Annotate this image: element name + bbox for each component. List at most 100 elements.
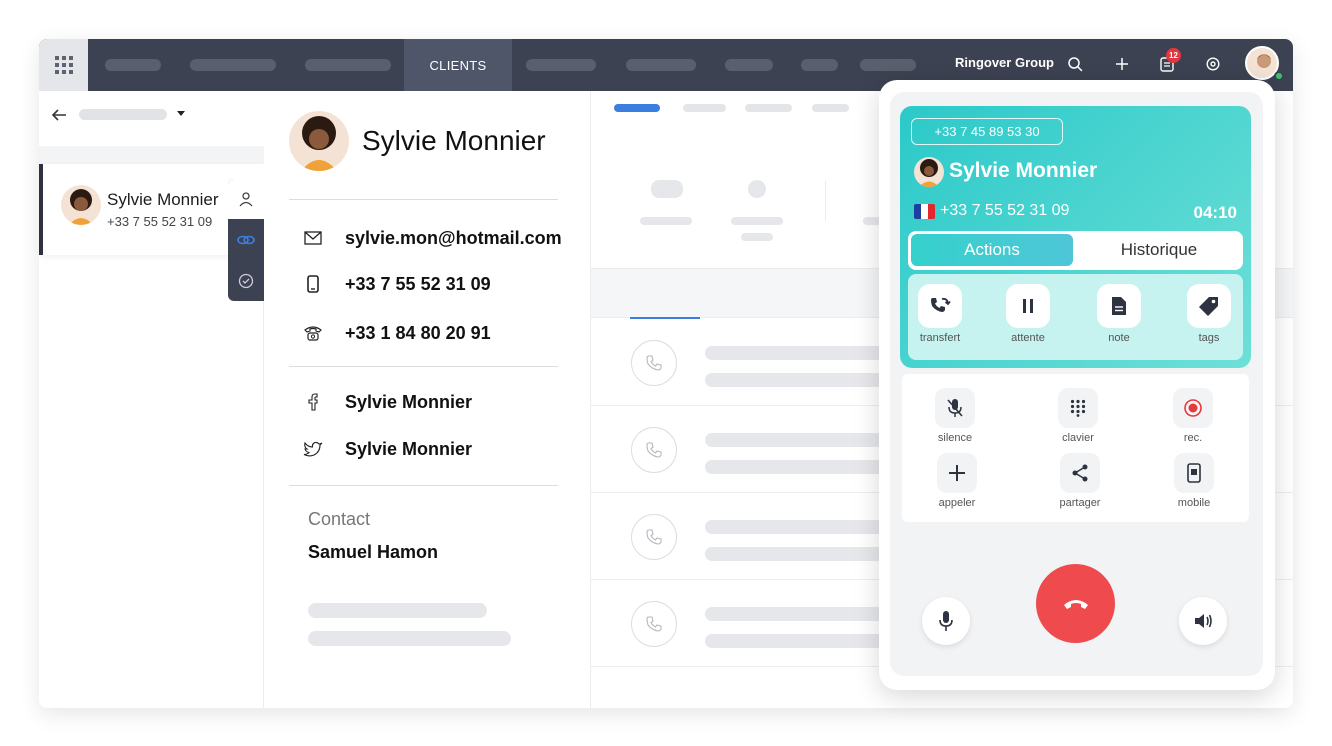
grid-icon xyxy=(54,56,73,74)
plus-icon xyxy=(1116,58,1128,70)
contact-mobile[interactable]: +33 7 55 52 31 09 xyxy=(345,274,491,295)
facebook-row[interactable]: Sylvie Monnier xyxy=(302,389,472,415)
activity-tab[interactable] xyxy=(745,104,792,112)
caller-avatar-image xyxy=(919,159,939,187)
mobile-button[interactable] xyxy=(1174,453,1214,493)
landline-row[interactable]: +33 1 84 80 20 91 xyxy=(302,320,491,346)
link-tool[interactable] xyxy=(228,220,264,260)
loading-placeholder xyxy=(705,547,885,561)
loading-placeholder xyxy=(705,346,885,360)
add-call-button[interactable] xyxy=(937,453,977,493)
mute-label: silence xyxy=(937,432,973,444)
contact-owner-label: Contact xyxy=(308,509,371,529)
settings-button[interactable] xyxy=(1202,53,1224,75)
loading-placeholder xyxy=(705,460,885,474)
contact-quick-tools xyxy=(228,179,264,301)
profile-tool[interactable] xyxy=(228,179,264,219)
contact-avatar xyxy=(61,185,101,225)
link-icon xyxy=(237,235,255,245)
caller-phone-number: +33 7 55 52 31 09 xyxy=(940,202,1070,219)
call-log-icon-button[interactable] xyxy=(631,601,677,647)
nav-item-placeholder[interactable] xyxy=(105,59,161,71)
divider xyxy=(289,366,558,367)
nav-item-placeholder[interactable] xyxy=(190,59,276,71)
contact-twitter[interactable]: Sylvie Monnier xyxy=(345,439,472,460)
twitter-row[interactable]: Sylvie Monnier xyxy=(302,436,472,462)
add-call-control[interactable]: appeler xyxy=(917,453,997,509)
keypad-icon xyxy=(1070,399,1086,417)
contact-landline[interactable]: +33 1 84 80 20 91 xyxy=(345,323,491,344)
mobile-label: mobile xyxy=(1177,497,1211,509)
share-control[interactable]: partager xyxy=(1040,453,1120,509)
mobile-control[interactable]: mobile xyxy=(1154,453,1234,509)
tags-action[interactable]: tags xyxy=(1179,284,1239,344)
nav-item-placeholder[interactable] xyxy=(801,59,838,71)
note-label: note xyxy=(1108,332,1130,344)
tags-button[interactable] xyxy=(1187,284,1231,328)
phone-outline-icon xyxy=(646,442,662,458)
record-control[interactable]: rec. xyxy=(1153,388,1233,444)
speaker-button[interactable] xyxy=(1179,597,1227,645)
share-button[interactable] xyxy=(1060,453,1100,493)
record-button[interactable] xyxy=(1173,388,1213,428)
loading-placeholder xyxy=(705,634,885,648)
loading-placeholder xyxy=(705,520,885,534)
caret-down-icon[interactable] xyxy=(177,111,185,116)
tab-historique[interactable]: Historique xyxy=(1078,234,1240,266)
contact-owner-name: Samuel Hamon xyxy=(308,542,439,562)
activity-tab-active[interactable] xyxy=(614,104,660,112)
apps-grid-button[interactable] xyxy=(39,39,88,91)
phone-outline-icon xyxy=(646,529,662,545)
loading-placeholder xyxy=(705,373,885,387)
add-button[interactable] xyxy=(1111,53,1133,75)
note-action[interactable]: note xyxy=(1089,284,1149,344)
keypad-button[interactable] xyxy=(1058,388,1098,428)
phone-outline-icon xyxy=(646,355,662,371)
divider xyxy=(289,485,558,486)
mute-control[interactable]: silence xyxy=(915,388,995,444)
call-timer: 04:10 xyxy=(1193,203,1237,222)
tab-actions[interactable]: Actions xyxy=(911,234,1073,266)
activity-tab[interactable] xyxy=(812,104,849,112)
nav-item-placeholder[interactable] xyxy=(305,59,391,71)
keypad-control[interactable]: clavier xyxy=(1038,388,1118,444)
outgoing-line-number[interactable]: +33 7 45 89 53 30 xyxy=(911,118,1063,145)
email-row[interactable]: sylvie.mon@hotmail.com xyxy=(302,225,562,251)
contact-facebook[interactable]: Sylvie Monnier xyxy=(345,392,472,413)
call-log-icon-button[interactable] xyxy=(631,340,677,386)
call-log-icon-button[interactable] xyxy=(631,514,677,560)
organization-name[interactable]: Ringover Group xyxy=(955,55,1054,70)
nav-item-placeholder[interactable] xyxy=(526,59,596,71)
check-tool[interactable] xyxy=(228,261,264,301)
stat-placeholder xyxy=(748,180,766,198)
call-widget: +33 7 45 89 53 30 Sylvie Monnier +33 7 5… xyxy=(879,80,1275,690)
search-button[interactable] xyxy=(1064,53,1086,75)
add-call-label: appeler xyxy=(938,497,976,509)
hold-button[interactable] xyxy=(1006,284,1050,328)
tags-label: tags xyxy=(1198,332,1220,344)
nav-item-placeholder[interactable] xyxy=(626,59,696,71)
back-arrow-icon[interactable] xyxy=(49,105,69,125)
hold-action[interactable]: attente xyxy=(998,284,1058,344)
record-label: rec. xyxy=(1183,432,1203,444)
call-log-icon-button[interactable] xyxy=(631,427,677,473)
landline-phone-icon xyxy=(302,322,324,344)
notification-badge: 12 xyxy=(1166,48,1181,63)
nav-tab-clients[interactable]: CLIENTS xyxy=(404,39,512,91)
transfer-label: transfert xyxy=(919,332,961,344)
transfer-button[interactable] xyxy=(918,284,962,328)
mute-button[interactable] xyxy=(935,388,975,428)
microphone-button[interactable] xyxy=(922,597,970,645)
hang-up-button[interactable] xyxy=(1036,564,1115,643)
list-spacer xyxy=(39,146,264,166)
mobile-row[interactable]: +33 7 55 52 31 09 xyxy=(302,271,491,297)
activity-tab[interactable] xyxy=(683,104,726,112)
transfer-action[interactable]: transfert xyxy=(910,284,970,344)
nav-item-placeholder[interactable] xyxy=(860,59,916,71)
contact-email[interactable]: sylvie.mon@hotmail.com xyxy=(345,228,562,249)
nav-item-placeholder[interactable] xyxy=(725,59,773,71)
stat-divider xyxy=(825,181,826,221)
mute-icon xyxy=(947,399,963,417)
list-filter-placeholder[interactable] xyxy=(79,109,167,120)
note-button[interactable] xyxy=(1097,284,1141,328)
